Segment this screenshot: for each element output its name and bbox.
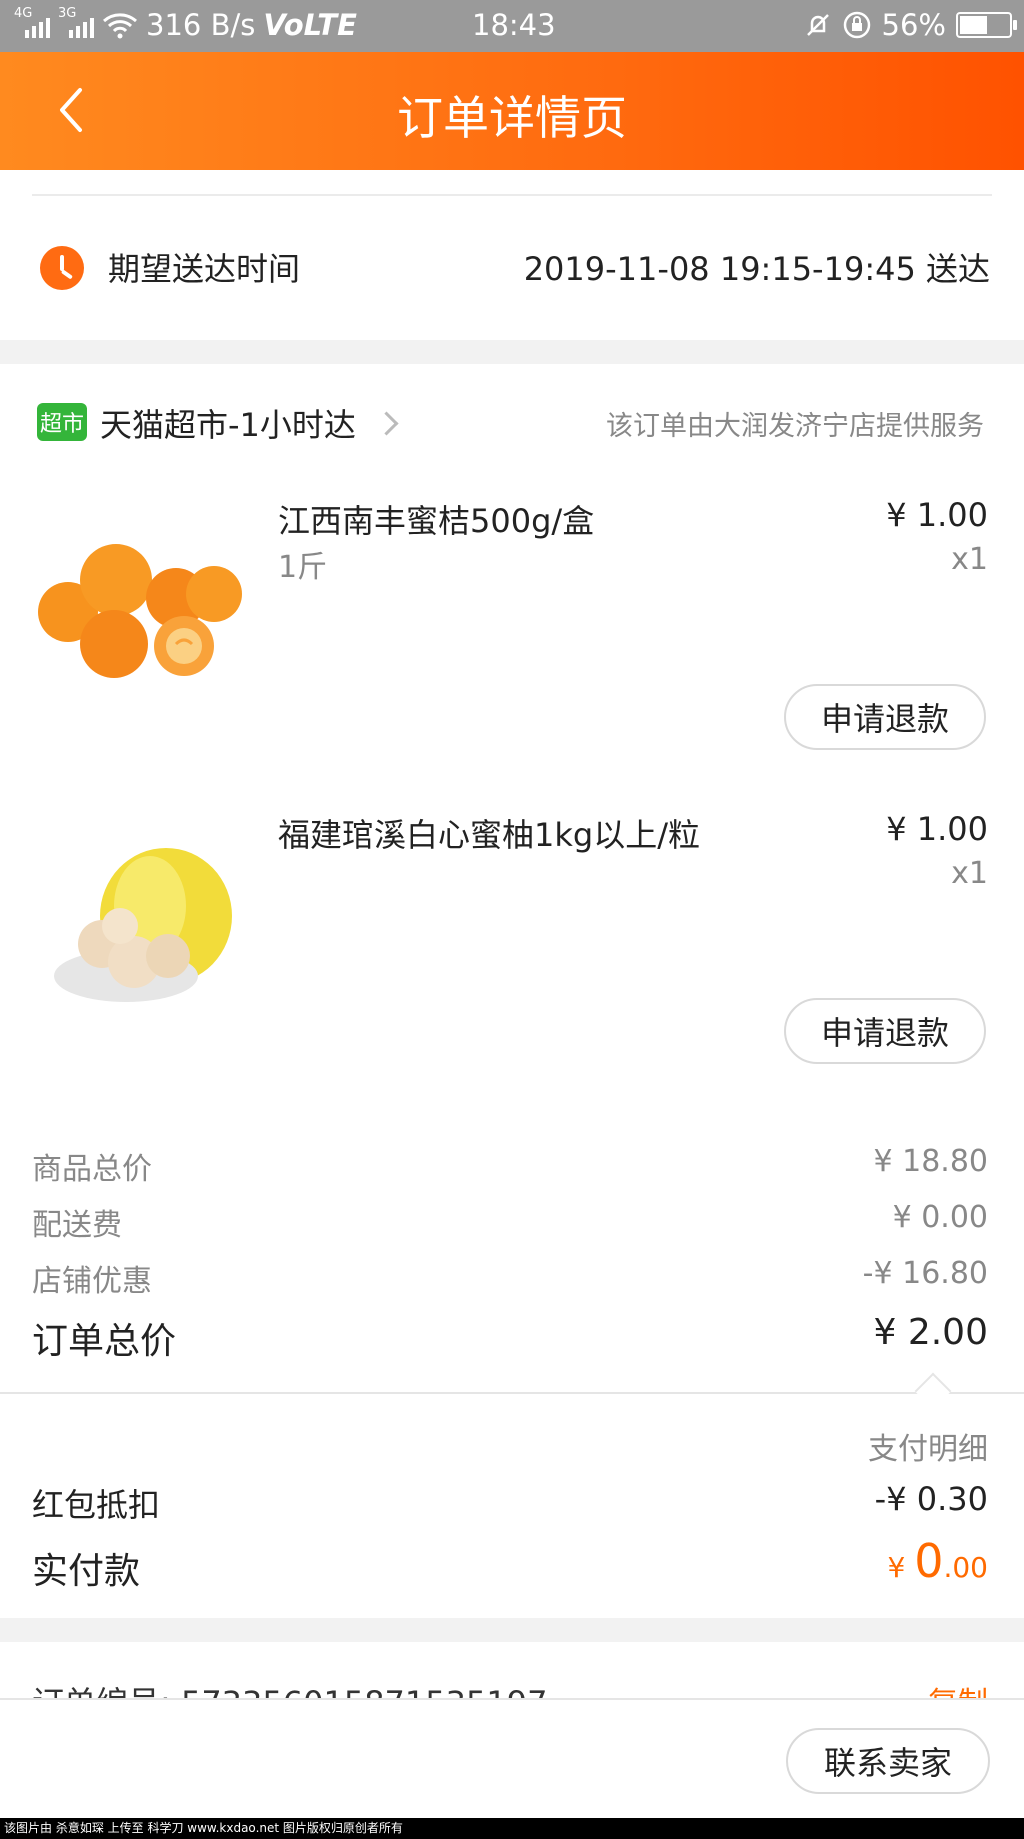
order-total-value: ¥ 2.00 xyxy=(873,1312,988,1353)
status-time: 18:43 xyxy=(472,8,556,42)
goods-total-label: 商品总价 xyxy=(32,1152,152,1187)
rotation-lock-icon xyxy=(843,11,870,39)
refund-button[interactable]: 申请退款 xyxy=(784,684,986,750)
payment-detail-label[interactable]: 支付明细 xyxy=(868,1424,988,1468)
item-1-qty: x1 xyxy=(951,542,988,577)
shipping-value: ¥ 0.00 xyxy=(892,1200,988,1235)
order-total-label: 订单总价 xyxy=(32,1321,177,1362)
store-name[interactable]: 天猫超市-1小时达 xyxy=(100,400,356,446)
paid-label: 实付款 xyxy=(32,1551,141,1592)
nav-bar: 订单详情页 xyxy=(0,52,1024,170)
bottom-action-bar: 联系卖家 xyxy=(0,1698,1024,1820)
contact-seller-button[interactable]: 联系卖家 xyxy=(786,1728,990,1794)
signal-4g-icon: 4G xyxy=(14,6,50,40)
item-2-qty: x1 xyxy=(951,856,988,891)
signal-3g-icon: 3G xyxy=(58,6,94,40)
paid-amount: ¥ 0.00 xyxy=(887,1534,988,1588)
item-1-price: ¥ 1.00 xyxy=(886,496,988,534)
volte-indicator: VoLTE xyxy=(263,8,357,42)
pomelo-image[interactable] xyxy=(46,836,246,1016)
status-bar: 4G 3G 316 B/s VoLTE 18:43 56% xyxy=(0,0,1024,52)
service-note: 该订单由大润发济宁店提供服务 xyxy=(606,411,984,442)
section-divider xyxy=(0,1392,1024,1394)
delivery-label: 期望送达时间 xyxy=(108,250,301,288)
wifi-icon xyxy=(103,13,137,39)
refund-button[interactable]: 申请退款 xyxy=(784,998,986,1064)
clock-icon xyxy=(40,246,84,290)
tmall-supermarket-icon: 超市 xyxy=(37,403,87,441)
goods-total-value: ¥ 18.80 xyxy=(873,1144,988,1179)
mute-bell-icon xyxy=(806,14,829,36)
paid-integer: 0 xyxy=(914,1534,944,1588)
red-packet-label: 红包抵扣 xyxy=(32,1486,161,1524)
item-1-name[interactable]: 江西南丰蜜桔500g/盒 xyxy=(278,496,594,542)
paid-currency: ¥ xyxy=(887,1551,915,1584)
item-1-spec: 1斤 xyxy=(278,550,328,585)
battery-icon xyxy=(956,12,1017,38)
network-speed: 316 B/s xyxy=(146,8,256,42)
page-title: 订单详情页 xyxy=(397,91,627,145)
item-2-price: ¥ 1.00 xyxy=(886,810,988,848)
item-2-name[interactable]: 福建琯溪白心蜜柚1kg以上/粒 xyxy=(278,810,700,856)
shipping-label: 配送费 xyxy=(32,1208,122,1243)
store-discount-value: -¥ 16.80 xyxy=(862,1256,988,1291)
paid-decimal: .00 xyxy=(943,1551,988,1584)
watermark: 该图片由 杀意如琛 上传至 科学刀 www.kxdao.net 图片版权归原创者… xyxy=(0,1818,1024,1839)
red-packet-value: -¥ 0.30 xyxy=(874,1480,988,1518)
store-discount-label: 店铺优惠 xyxy=(32,1264,152,1299)
mandarin-oranges-image[interactable] xyxy=(30,540,250,680)
battery-percent: 56% xyxy=(881,8,946,42)
delivery-time: 2019-11-08 19:15-19:45 送达 xyxy=(523,250,990,288)
